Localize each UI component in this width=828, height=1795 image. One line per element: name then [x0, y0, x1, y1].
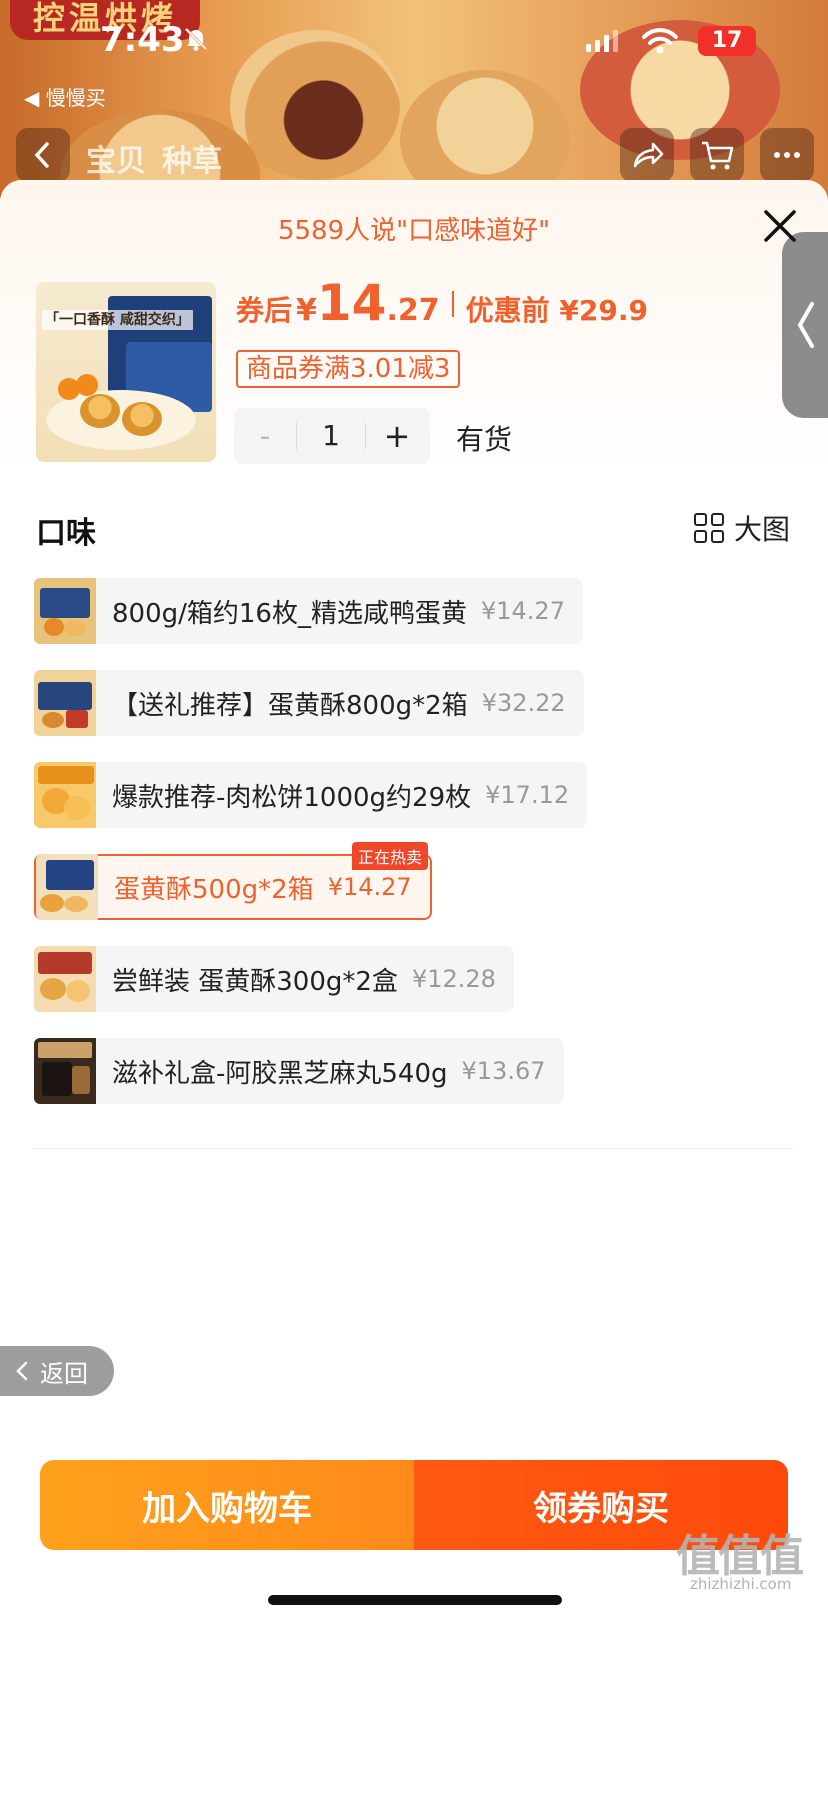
share-button[interactable]	[620, 128, 674, 182]
sku-thumbnail	[34, 670, 96, 736]
big-image-label: 大图	[734, 513, 791, 546]
share-icon	[633, 142, 664, 168]
close-icon[interactable]	[760, 206, 800, 246]
sku-price: ¥14.27	[480, 597, 565, 625]
price-row: 券后 ¥ 14 .27 优惠前 ¥29.9	[236, 274, 648, 334]
silent-bell-icon	[184, 27, 208, 51]
yolk-image	[76, 374, 98, 396]
chevron-left-icon	[34, 142, 49, 168]
decrease-button[interactable]: -	[234, 419, 296, 454]
increase-button[interactable]: +	[366, 417, 428, 455]
sku-option[interactable]: 滋补礼盒-阿胶黑芝麻丸540g ¥13.67	[34, 1038, 564, 1104]
add-to-cart-button[interactable]: 加入购物车	[40, 1460, 414, 1550]
review-summary: 5589人说"口感味道好"	[277, 216, 551, 246]
price-integer: 14	[316, 274, 387, 332]
sku-option[interactable]: 800g/箱约16枚_精选咸鸭蛋黄 ¥14.27	[34, 578, 583, 644]
sku-price: ¥32.22	[481, 689, 566, 717]
price-divider	[451, 291, 454, 317]
home-indicator[interactable]	[268, 1595, 562, 1605]
wifi-icon	[642, 28, 678, 54]
sku-price: ¥17.12	[485, 781, 570, 809]
selected-sku-thumbnail[interactable]: 「一口香酥 咸甜交织」	[36, 282, 216, 462]
grid-icon	[694, 513, 724, 543]
float-back-button[interactable]: 返回	[0, 1346, 114, 1396]
cellular-signal-icon	[586, 30, 618, 52]
bun-image	[122, 402, 162, 436]
sku-thumbnail	[34, 1038, 96, 1104]
tab-review[interactable]: 种草	[162, 136, 222, 180]
sku-name: 滋补礼盒-阿胶黑芝麻丸540g	[112, 1058, 448, 1089]
sku-name: 蛋黄酥500g*2箱	[114, 874, 314, 905]
hot-sale-badge: 正在热卖	[352, 842, 429, 870]
cart-button[interactable]	[690, 128, 744, 182]
bun-image	[80, 394, 120, 428]
sku-thumbnail	[34, 762, 96, 828]
sku-option[interactable]: 【送礼推荐】蛋黄酥800g*2箱 ¥32.22	[34, 670, 584, 736]
status-bar: 7:43 17 ◀ 慢慢买	[0, 16, 828, 110]
stock-status: 有货	[456, 423, 513, 456]
sku-price: ¥13.67	[461, 1057, 546, 1085]
chevron-left-icon	[797, 302, 814, 348]
sku-price: ¥14.27	[327, 873, 412, 901]
nav-back-button[interactable]	[16, 128, 70, 182]
chevron-left-icon	[16, 1361, 28, 1381]
price-decimal: .27	[386, 293, 440, 328]
quantity-stepper: - 1 +	[234, 408, 430, 464]
quantity-value[interactable]: 1	[296, 422, 366, 450]
flavor-section-title: 口味	[36, 516, 96, 551]
big-image-toggle[interactable]: 大图	[694, 508, 790, 548]
float-back-label: 返回	[40, 1359, 88, 1388]
original-price: 优惠前 ¥29.9	[465, 294, 648, 327]
section-divider	[34, 1148, 794, 1149]
more-button[interactable]	[760, 128, 814, 182]
sku-name: 爆款推荐-肉松饼1000g约29枚	[112, 782, 472, 813]
more-dots-icon	[774, 152, 800, 158]
currency-symbol: ¥	[296, 293, 317, 328]
site-watermark-url: zhizhizhi.com	[690, 1575, 792, 1593]
side-drawer-tab[interactable]	[782, 232, 828, 418]
sku-option[interactable]: 尝鲜装 蛋黄酥300g*2盒 ¥12.28	[34, 946, 514, 1012]
sku-thumbnail	[34, 946, 96, 1012]
sku-name: 【送礼推荐】蛋黄酥800g*2箱	[112, 690, 468, 721]
sku-thumbnail	[36, 854, 98, 920]
sku-name: 尝鲜装 蛋黄酥300g*2盒	[112, 966, 398, 997]
sku-price: ¥12.28	[411, 965, 496, 993]
product-top-nav: 宝贝 种草	[0, 128, 828, 184]
sku-thumbnail	[34, 578, 96, 644]
thumbnail-caption: 「一口香酥 咸甜交织」	[42, 310, 193, 330]
sku-option-selected[interactable]: 蛋黄酥500g*2箱 ¥14.27 正在热卖	[34, 842, 432, 920]
sku-option[interactable]: 爆款推荐-肉松饼1000g约29枚 ¥17.12	[34, 762, 588, 828]
after-coupon-label: 券后	[236, 294, 293, 327]
back-to-app-link[interactable]: ◀ 慢慢买	[24, 82, 106, 111]
tab-item[interactable]: 宝贝	[86, 136, 146, 180]
sku-name: 800g/箱约16枚_精选咸鸭蛋黄	[112, 598, 467, 629]
battery-level: 17	[698, 26, 756, 56]
coupon-tag: 商品券满3.01减3	[236, 350, 461, 388]
status-time: 7:43	[100, 20, 185, 60]
cart-icon	[702, 141, 734, 170]
